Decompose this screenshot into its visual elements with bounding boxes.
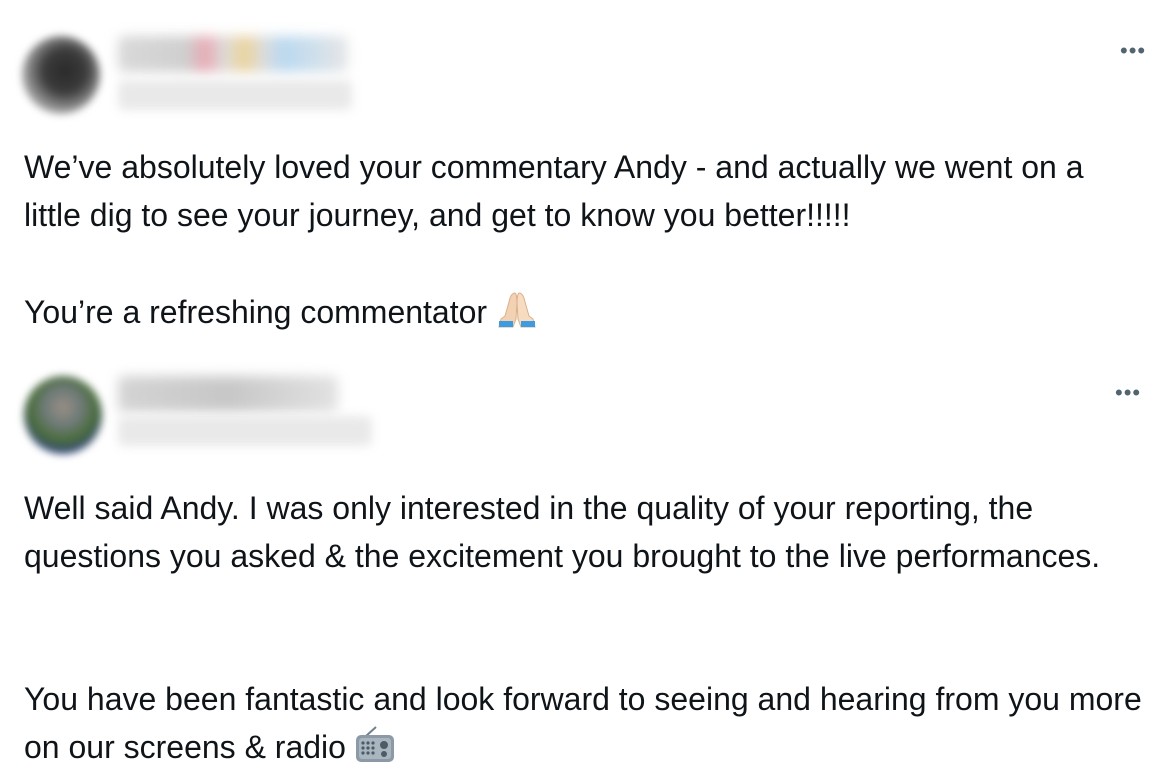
post-text: You’re a refreshing commentator: [24, 288, 1134, 342]
post-text: You have been fantastic and look forward…: [24, 675, 1164, 777]
reply-post[interactable]: ••• Well said Andy. I was only intereste…: [0, 350, 1174, 784]
post-text: Well said Andy. I was only interested in…: [24, 490, 1101, 574]
more-options-icon[interactable]: •••: [1120, 40, 1146, 62]
display-name-redacted[interactable]: [118, 376, 338, 412]
avatar[interactable]: [24, 376, 102, 454]
reply-thread: ••• We’ve absolutely loved your commenta…: [0, 0, 1174, 784]
display-name-redacted[interactable]: [118, 36, 348, 72]
folded-hands-icon: [495, 289, 539, 342]
post-text-line: You’re a refreshing commentator: [24, 294, 488, 330]
more-options-icon[interactable]: •••: [1115, 382, 1141, 404]
reply-post[interactable]: ••• We’ve absolutely loved your commenta…: [0, 0, 1174, 350]
avatar[interactable]: [22, 36, 100, 114]
handle-redacted[interactable]: [118, 80, 352, 110]
post-text: We’ve absolutely loved your commentary A…: [24, 149, 1084, 233]
post-text-line: You have been fantastic and look forward…: [24, 681, 1142, 765]
handle-redacted[interactable]: [118, 416, 372, 446]
radio-icon: [354, 726, 396, 777]
